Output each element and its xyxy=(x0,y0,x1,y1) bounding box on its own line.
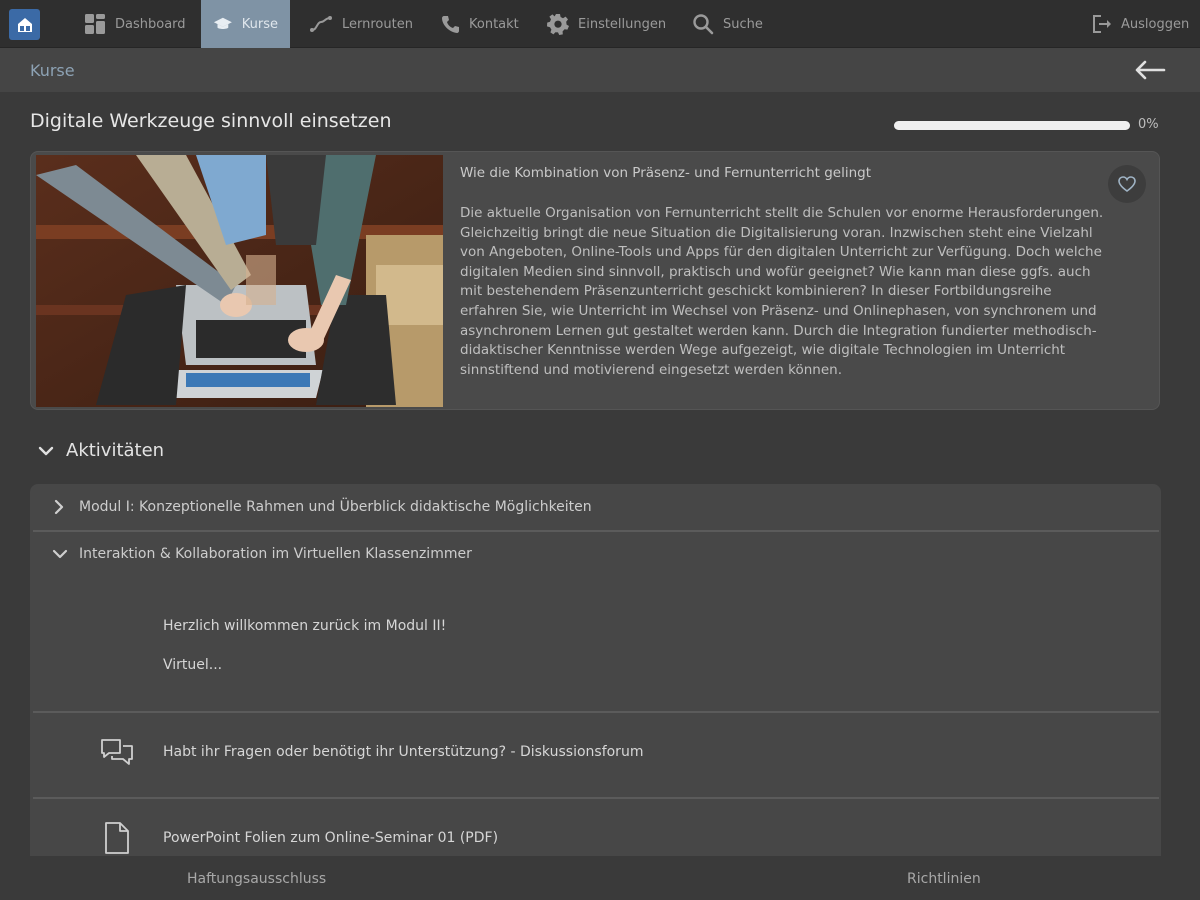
course-image xyxy=(36,155,443,407)
nav-lernrouten[interactable]: Lernrouten xyxy=(297,0,425,48)
activities-title: Aktivitäten xyxy=(66,440,165,461)
nav-suche-label: Suche xyxy=(723,16,763,32)
chevron-down-icon xyxy=(38,446,54,455)
activity-forum[interactable]: Habt ihr Fragen oder benötigt ihr Unters… xyxy=(30,713,1161,799)
nav-dashboard-label: Dashboard xyxy=(115,16,186,32)
nav-lernrouten-label: Lernrouten xyxy=(342,16,413,32)
route-icon xyxy=(310,16,332,32)
activities-toggle[interactable]: Aktivitäten xyxy=(38,440,164,461)
logout-icon xyxy=(1093,15,1111,33)
app-logo[interactable] xyxy=(9,9,40,40)
module-1-label: Modul I: Konzeptionelle Rahmen und Überb… xyxy=(79,499,592,515)
module-welcome-text: Herzlich willkommen zurück im Modul II! xyxy=(163,618,447,634)
nav-kurse[interactable]: Kurse xyxy=(201,0,290,48)
module-welcome-more-link[interactable]: Virtuel... xyxy=(163,657,222,673)
back-button[interactable] xyxy=(1134,60,1166,84)
favorite-button[interactable] xyxy=(1108,165,1146,203)
file-icon xyxy=(105,822,129,854)
course-photo-laptop-hands xyxy=(36,155,443,407)
activity-pdf-label: PowerPoint Folien zum Online-Seminar 01 … xyxy=(163,830,499,846)
dashboard-icon xyxy=(85,14,105,34)
top-navigation: Dashboard Kurse Lernrouten Kontakt Einst… xyxy=(0,0,1200,48)
course-description: Die aktuelle Organisation von Fernunterr… xyxy=(460,205,1104,378)
graduation-cap-icon xyxy=(213,17,232,29)
nav-kurse-label: Kurse xyxy=(241,16,278,32)
course-progress-label: 0% xyxy=(1138,117,1159,132)
breadcrumb-kurse[interactable]: Kurse xyxy=(30,61,75,80)
nav-suche[interactable]: Suche xyxy=(680,0,775,48)
footer-guidelines-link[interactable]: Richtlinien xyxy=(907,871,981,887)
phone-icon xyxy=(442,16,459,33)
arrow-left-icon xyxy=(1135,60,1166,80)
module-row-2[interactable]: Interaktion & Kollaboration im Virtuelle… xyxy=(30,532,1161,576)
page-title: Digitale Werkzeuge sinnvoll einsetzen xyxy=(30,110,392,132)
module-row-1[interactable]: Modul I: Konzeptionelle Rahmen und Überb… xyxy=(30,484,1161,530)
chevron-down-icon xyxy=(52,549,68,559)
nav-kontakt[interactable]: Kontakt xyxy=(428,0,531,48)
breadcrumb: Kurse xyxy=(0,48,1200,92)
logout-label: Ausloggen xyxy=(1121,16,1190,32)
chevron-right-icon xyxy=(54,499,64,515)
nav-kontakt-label: Kontakt xyxy=(469,16,519,32)
course-subtitle: Wie die Kombination von Präsenz- und Fer… xyxy=(460,165,872,181)
activity-forum-label: Habt ihr Fragen oder benötigt ihr Unters… xyxy=(163,744,644,760)
module-2-label: Interaktion & Kollaboration im Virtuelle… xyxy=(79,546,472,562)
course-card: Wie die Kombination von Präsenz- und Fer… xyxy=(30,151,1160,410)
house-book-icon xyxy=(17,17,32,32)
forum-icon xyxy=(101,739,133,765)
nav-dashboard[interactable]: Dashboard xyxy=(72,0,198,48)
heart-icon xyxy=(1118,176,1136,192)
logout-button[interactable]: Ausloggen xyxy=(1078,0,1200,48)
course-progress-bar xyxy=(894,121,1130,130)
modules-panel: Modul I: Konzeptionelle Rahmen und Überb… xyxy=(30,484,1161,856)
nav-einstellungen-label: Einstellungen xyxy=(578,16,667,32)
gear-icon xyxy=(547,14,569,35)
search-icon xyxy=(693,14,714,35)
footer: Haftungsausschluss Richtlinien xyxy=(0,856,1200,900)
activity-pdf[interactable]: PowerPoint Folien zum Online-Seminar 01 … xyxy=(30,799,1161,856)
nav-einstellungen[interactable]: Einstellungen xyxy=(535,0,678,48)
footer-disclaimer-link[interactable]: Haftungsausschluss xyxy=(187,871,326,887)
